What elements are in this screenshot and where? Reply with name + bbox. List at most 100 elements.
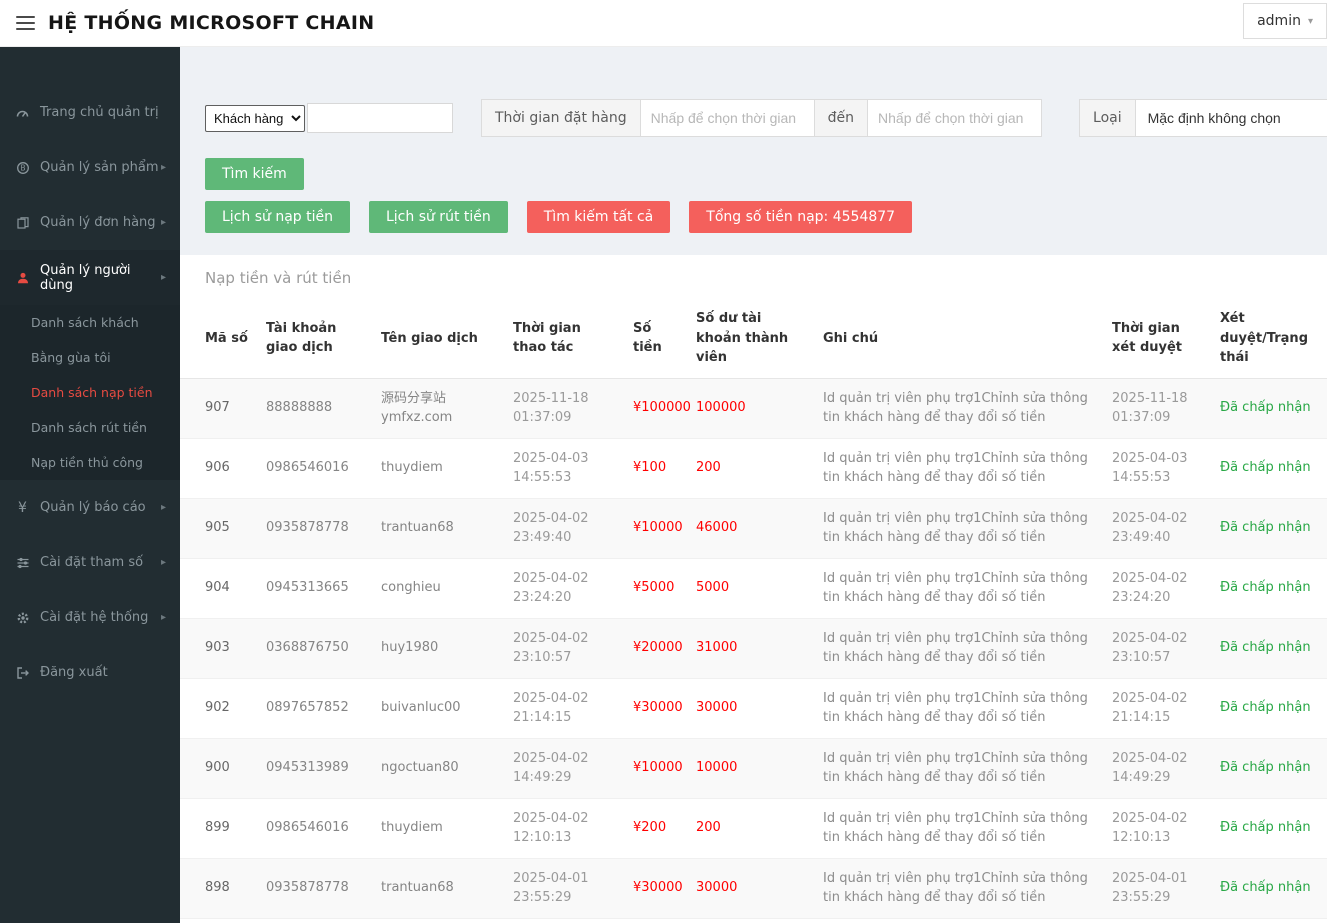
cell-review-time: 2025-04-02 21:14:15: [1104, 678, 1212, 738]
sidebar-item-products[interactable]: B Quản lý sản phẩm ▸: [0, 140, 180, 195]
submenu-item-withdraw-list[interactable]: Danh sách rút tiền: [0, 410, 180, 445]
col-header-id: Mã số: [180, 299, 258, 378]
cell-amount: ¥10000: [625, 498, 688, 558]
user-menu[interactable]: admin ▾: [1243, 3, 1327, 39]
sidebar-item-dashboard[interactable]: Trang chủ quản trị: [0, 85, 180, 140]
cell-status: Đã chấp nhận: [1212, 378, 1327, 438]
cell-balance: 46000: [688, 498, 815, 558]
sidebar-item-parameters[interactable]: Cài đặt tham số ▸: [0, 535, 180, 590]
cell-name: thuydiem: [373, 798, 505, 858]
table-row: 905 0935878778 trantuan68 2025-04-02 23:…: [180, 498, 1327, 558]
submenu-item-my-group[interactable]: Bằng gùa tôi: [0, 340, 180, 375]
submenu-item-deposit-list[interactable]: Danh sách nạp tiền: [0, 375, 180, 410]
sidebar-item-users[interactable]: Quản lý người dùng ▸: [0, 250, 180, 305]
time-from-input[interactable]: [640, 99, 815, 137]
cell-review-time: 2025-04-02 14:49:29: [1104, 738, 1212, 798]
sidebar-item-orders[interactable]: Quản lý đơn hàng ▸: [0, 195, 180, 250]
cell-time: 2025-04-02 14:49:29: [505, 738, 625, 798]
cell-name: conghieu: [373, 558, 505, 618]
order-time-label: Thời gian đặt hàng: [481, 99, 641, 137]
sidebar-item-label: Cài đặt tham số: [40, 555, 143, 570]
submenu-item-label: Nạp tiền thủ công: [31, 455, 143, 470]
customer-type-select[interactable]: Khách hàng: [205, 105, 305, 132]
sidebar-item-label: Quản lý đơn hàng: [40, 215, 156, 230]
dashboard-icon: [14, 105, 31, 120]
sidebar-item-label: Quản lý báo cáo: [40, 500, 146, 515]
cell-balance: 100000: [688, 378, 815, 438]
svg-text:B: B: [20, 163, 25, 172]
search-button[interactable]: Tìm kiếm: [205, 158, 304, 190]
cell-balance: 200: [688, 798, 815, 858]
chevron-right-icon: ▸: [161, 272, 166, 283]
cell-time: 2025-04-03 14:55:53: [505, 438, 625, 498]
cell-account: 0986546016: [258, 798, 373, 858]
sidebar-item-system-settings[interactable]: Cài đặt hệ thống ▸: [0, 590, 180, 645]
to-label: đến: [814, 99, 868, 137]
col-header-name: Tên giao dịch: [373, 299, 505, 378]
cell-amount: ¥200: [625, 798, 688, 858]
orders-icon: [14, 215, 31, 230]
menu-toggle-icon[interactable]: [16, 12, 35, 34]
cell-amount: ¥30000: [625, 858, 688, 918]
cell-account: 0945313989: [258, 738, 373, 798]
sidebar-item-reports[interactable]: ¥ Quản lý báo cáo ▸: [0, 480, 180, 535]
cell-name: thuydiem: [373, 438, 505, 498]
cell-note: Id quản trị viên phụ trợ1Chỉnh sửa thông…: [815, 438, 1104, 498]
table-row: 903 0368876750 huy1980 2025-04-02 23:10:…: [180, 618, 1327, 678]
cell-id: 902: [180, 678, 258, 738]
cell-account: 0973459672: [258, 918, 373, 923]
sidebar-item-logout[interactable]: Đăng xuất: [0, 645, 180, 700]
cell-note: Id quản trị viên phụ trợ1Chỉnh sửa thông…: [815, 558, 1104, 618]
cell-time: 2025-04-01 23:55:29: [505, 858, 625, 918]
panel-title: Nạp tiền và rút tiền: [180, 255, 1327, 299]
table-row: 904 0945313665 conghieu 2025-04-02 23:24…: [180, 558, 1327, 618]
cell-status: Đã chấp nhận: [1212, 738, 1327, 798]
col-header-account: Tài khoản giao dịch: [258, 299, 373, 378]
topbar: HỆ THỐNG MICROSOFT CHAIN admin ▾: [0, 0, 1327, 47]
submenu-item-label: Danh sách rút tiền: [31, 420, 147, 435]
params-icon: [14, 555, 31, 570]
filter-row-3: Lịch sử nạp tiền Lịch sử rút tiền Tìm ki…: [205, 201, 1327, 233]
table-row: 907 88888888 源码分享站 ymfxz.com 2025-11-18 …: [180, 378, 1327, 438]
cell-review-time: 2025-04-02 23:10:57: [1104, 618, 1212, 678]
cell-account: 0935878778: [258, 858, 373, 918]
cell-note: Id quản trị viên phụ trợ1Chỉnh sửa thông…: [815, 858, 1104, 918]
cell-note: Id quản trị viên phụ trợ1Chỉnh sửa thông…: [815, 618, 1104, 678]
cell-status: Đã chấp nhận: [1212, 558, 1327, 618]
cell-balance: 30000: [688, 858, 815, 918]
keyword-input[interactable]: [307, 103, 453, 133]
type-label: Loại: [1079, 99, 1136, 137]
chevron-right-icon: ▸: [161, 162, 166, 173]
cell-note: Id quản trị viên phụ trợ1Chỉnh sửa thông…: [815, 678, 1104, 738]
submenu-item-manual-deposit[interactable]: Nạp tiền thủ công: [0, 445, 180, 480]
cell-amount: ¥30000: [625, 678, 688, 738]
cell-balance: 20000: [688, 918, 815, 923]
chevron-right-icon: ▸: [161, 217, 166, 228]
cell-account: 0897657852: [258, 678, 373, 738]
deposit-history-button[interactable]: Lịch sử nạp tiền: [205, 201, 350, 233]
cell-id: 897: [180, 918, 258, 923]
cell-note: Id quản trị viên phụ trợ1Chỉnh sửa thông…: [815, 918, 1104, 923]
cell-status: Đã chấp nhận: [1212, 498, 1327, 558]
time-to-input[interactable]: [867, 99, 1042, 137]
col-header-amount: Số tiền: [625, 299, 688, 378]
cell-account: 0935878778: [258, 498, 373, 558]
filter-bar: Khách hàng Thời gian đặt hàng đến Loại M…: [180, 47, 1327, 233]
cell-name: trantuan68: [373, 498, 505, 558]
search-all-button[interactable]: Tìm kiếm tất cả: [527, 201, 671, 233]
cell-account: 0368876750: [258, 618, 373, 678]
table-row: 897 0973459672 thanhdong00 2025-03-31 20…: [180, 918, 1327, 923]
submenu-item-customer-list[interactable]: Danh sách khách: [0, 305, 180, 340]
type-select[interactable]: Mặc định không chọn: [1135, 99, 1327, 137]
cell-amount: ¥100: [625, 438, 688, 498]
cell-status: Đã chấp nhận: [1212, 798, 1327, 858]
withdraw-history-button[interactable]: Lịch sử rút tiền: [369, 201, 508, 233]
deposit-withdraw-panel: Nạp tiền và rút tiền Mã số Tài khoản gia…: [180, 255, 1327, 923]
cell-time: 2025-04-02 23:24:20: [505, 558, 625, 618]
chevron-right-icon: ▸: [161, 612, 166, 623]
cell-id: 900: [180, 738, 258, 798]
cell-id: 905: [180, 498, 258, 558]
report-icon: ¥: [14, 500, 31, 515]
cell-note: Id quản trị viên phụ trợ1Chỉnh sửa thông…: [815, 798, 1104, 858]
cell-time: 2025-04-02 23:49:40: [505, 498, 625, 558]
